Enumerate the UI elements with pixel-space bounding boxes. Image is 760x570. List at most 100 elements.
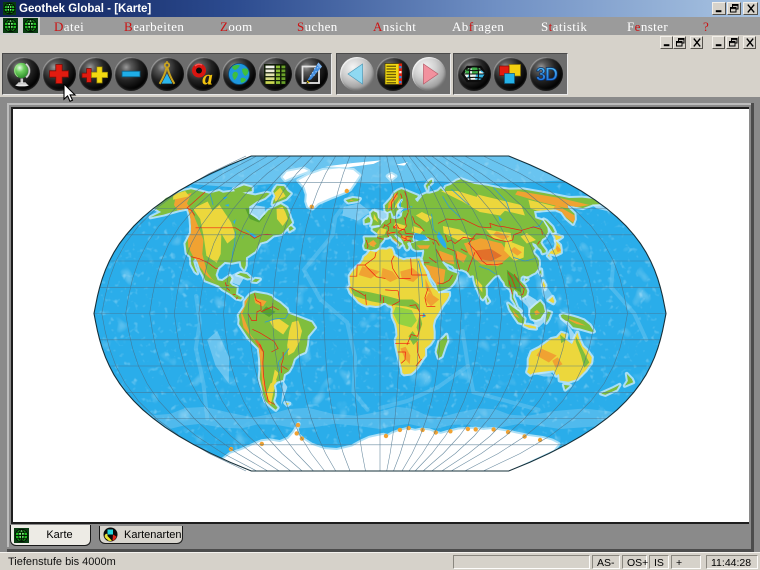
next-map-button[interactable] [412, 57, 446, 91]
ice-free-coast [295, 422, 301, 428]
menu-label-text: F [627, 19, 635, 34]
edit-map-button[interactable] [294, 57, 328, 91]
map-list-button[interactable] [376, 57, 410, 91]
minimize-button[interactable] [712, 2, 726, 15]
arctic-shelf [190, 156, 563, 188]
menu-item-ansicht[interactable]: Ansicht [373, 19, 416, 35]
triangle-left-icon [347, 63, 363, 85]
menu-label-text: nster [640, 19, 669, 34]
menu-label-text: D [54, 19, 64, 34]
menu-item-datei[interactable]: Datei [54, 19, 84, 35]
map-sphere-icon [103, 527, 118, 542]
menu-item-bearbeiten[interactable]: Bearbeiten [124, 19, 184, 35]
status-panel-os: OS+ [622, 555, 648, 569]
toolbar-group-2 [336, 53, 451, 95]
child-minimize-button[interactable] [660, 36, 673, 49]
menu-bar: Datei Bearbeiten Zoom Suchen Ansicht Abfragen… [0, 17, 760, 35]
child-minimize-button-2[interactable] [712, 36, 725, 49]
menu-label-text: S [541, 19, 549, 34]
menu-label-text: A [373, 19, 383, 34]
menu-label-text: nsicht [382, 19, 417, 34]
toolbar-group-1: a [2, 53, 332, 95]
zoom-out-button[interactable] [114, 57, 148, 91]
close-button[interactable] [743, 2, 758, 15]
triangle-right-icon [423, 63, 439, 85]
app-globe-icon [3, 2, 16, 15]
client-border [7, 103, 9, 547]
window-title: Geothek Global - [Karte] [19, 2, 152, 15]
menu-item-help[interactable]: ? [703, 19, 709, 35]
previous-map-button[interactable] [340, 57, 374, 91]
tab-label: Kartenarten [124, 528, 182, 541]
status-panel-extra [453, 555, 590, 569]
menu-label-text: atistik [552, 19, 588, 34]
client-border [751, 103, 754, 549]
menu-label-text: ragen [473, 19, 505, 34]
globe-grid-icon[interactable] [3, 18, 18, 33]
child-close-button-2[interactable] [743, 36, 756, 49]
menu-item-statistik[interactable]: Statistik [541, 19, 587, 35]
status-bar: Tiefenstufe bis 4000m AS- OS+ IS +11:44:28 [0, 552, 760, 570]
svg-text:3D: 3D [536, 65, 558, 85]
menu-label-text: B [124, 19, 134, 34]
min-icon [663, 44, 669, 47]
menu-item-zoom[interactable]: Zoom [220, 19, 253, 35]
status-panel-as: AS- [592, 555, 620, 569]
earth-button[interactable] [222, 57, 256, 91]
status-message: Tiefenstufe bis 4000m [8, 556, 116, 568]
tab-karte[interactable]: Karte [10, 525, 91, 546]
menu-label-text: uchen [304, 19, 338, 34]
ring-a-icon: a [192, 63, 213, 90]
status-panel-is: IS [649, 555, 669, 569]
globe-grid-icon[interactable] [23, 18, 38, 33]
border-line [406, 236, 413, 238]
tab-kartenarten[interactable]: Kartenarten [99, 526, 183, 544]
minus-cyan-icon [121, 70, 141, 78]
world-map[interactable] [14, 110, 746, 521]
restore-button[interactable] [727, 2, 741, 15]
mouse-cursor [63, 84, 77, 103]
color-squares-icon [499, 64, 521, 84]
ice-free-coast [473, 427, 478, 432]
ice-free-coast [465, 426, 471, 432]
globe-grid-icon [14, 527, 29, 543]
min-icon [715, 44, 721, 47]
toolbar: a 3D [0, 52, 760, 99]
child-restore-button[interactable] [673, 36, 686, 49]
close-icon [692, 38, 701, 47]
three-d-icon: 3D [536, 64, 560, 85]
child-close-button[interactable] [690, 36, 703, 49]
mdi-client-area: Karte Kartenarten [0, 97, 760, 552]
menu-item-abfragen[interactable]: Abfragen [452, 19, 504, 35]
client-border [7, 103, 752, 105]
ice-free-coast [344, 188, 349, 194]
compass-icon [158, 61, 176, 85]
status-clock: 11:44:28 [706, 555, 758, 569]
restore-icon [730, 4, 739, 13]
measure-button[interactable] [150, 57, 184, 91]
zoom-in-more-button[interactable] [78, 57, 112, 91]
menu-icons [0, 17, 40, 35]
menu-item-suchen[interactable]: Suchen [297, 19, 338, 35]
ice-free-coast [259, 441, 264, 447]
menu-label-text: ? [703, 19, 710, 34]
title-bar: Geothek Global - [Karte] [0, 0, 760, 17]
data-table-button[interactable] [258, 57, 292, 91]
menu-label-text: oom [228, 19, 253, 34]
child-restore-button-2[interactable] [726, 36, 739, 49]
search-names-button[interactable]: a [186, 57, 220, 91]
menu-label-text: atei [63, 19, 85, 34]
status-panel-plus: + [671, 555, 701, 569]
edit-square-icon [301, 62, 322, 84]
view-3d-button[interactable]: 3D [529, 57, 563, 91]
globe-overview-button[interactable] [6, 57, 40, 91]
restore-icon [675, 38, 684, 47]
ice-free-coast [383, 433, 389, 439]
min-icon [715, 10, 722, 13]
menu-label-text: earbeiten [133, 19, 185, 34]
projection-button[interactable] [457, 57, 491, 91]
map-types-button[interactable] [493, 57, 527, 91]
menu-label-text: Ab [452, 19, 469, 34]
menu-item-fenster[interactable]: Fenster [627, 19, 668, 35]
menu-label-text: S [297, 19, 305, 34]
